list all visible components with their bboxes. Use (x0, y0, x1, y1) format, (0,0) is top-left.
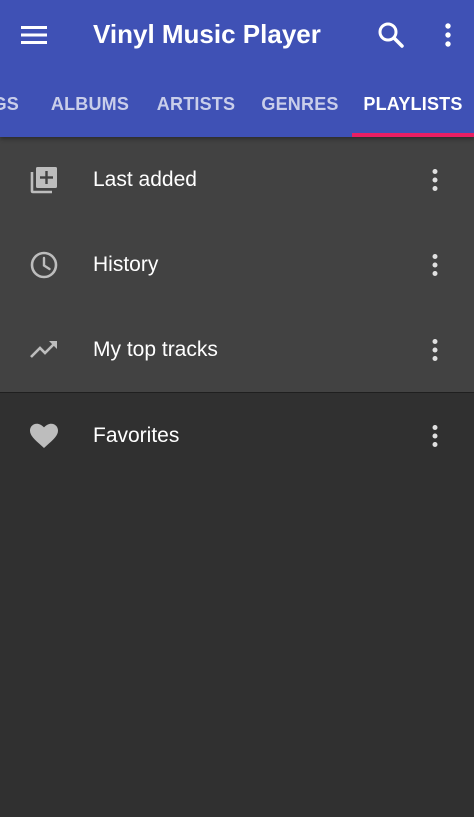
menu-icon (21, 26, 47, 44)
tab-genres[interactable]: GENRES (252, 72, 348, 137)
menu-button[interactable] (10, 11, 58, 59)
tab-albums[interactable]: ALBUMS (38, 72, 142, 137)
playlist-label: Favorites (93, 424, 180, 447)
playlist-row-history[interactable]: History (0, 222, 474, 307)
playlist-list: Last added History My top tracks Favorit… (0, 137, 474, 478)
user-playlists-section: Favorites (0, 393, 474, 478)
playlist-row-last-added[interactable]: Last added (0, 137, 474, 222)
more-vertical-icon (432, 339, 438, 361)
app-screen: Vinyl Music Player GS ALBUMS ARTISTS GEN… (0, 0, 474, 817)
smart-playlists-section: Last added History My top tracks (0, 137, 474, 393)
clock-icon (28, 250, 60, 280)
tab-bar: GS ALBUMS ARTISTS GENRES PLAYLISTS (0, 72, 474, 137)
playlist-add-icon (28, 165, 60, 195)
tab-songs[interactable]: GS (0, 72, 40, 137)
app-bar: Vinyl Music Player GS ALBUMS ARTISTS GEN… (0, 0, 474, 137)
trending-up-icon (28, 335, 60, 365)
more-vertical-icon (432, 254, 438, 276)
heart-icon (28, 421, 60, 451)
more-vertical-icon (445, 23, 451, 47)
playlist-label: History (93, 253, 159, 276)
tab-artists[interactable]: ARTISTS (146, 72, 246, 137)
row-overflow-button[interactable] (412, 326, 458, 374)
playlist-label: Last added (93, 168, 197, 191)
playlist-row-favorites[interactable]: Favorites (0, 393, 474, 478)
more-vertical-icon (432, 169, 438, 191)
row-overflow-button[interactable] (412, 156, 458, 204)
playlist-label: My top tracks (93, 338, 218, 361)
search-icon (378, 22, 404, 48)
app-title: Vinyl Music Player (93, 19, 321, 49)
playlist-row-my-top-tracks[interactable]: My top tracks (0, 307, 474, 392)
row-overflow-button[interactable] (412, 412, 458, 460)
row-overflow-button[interactable] (412, 241, 458, 289)
overflow-menu-button[interactable] (424, 11, 472, 59)
toolbar: Vinyl Music Player (0, 0, 474, 70)
more-vertical-icon (432, 425, 438, 447)
tab-playlists[interactable]: PLAYLISTS (352, 72, 474, 137)
search-button[interactable] (367, 11, 415, 59)
active-tab-indicator (352, 133, 474, 137)
